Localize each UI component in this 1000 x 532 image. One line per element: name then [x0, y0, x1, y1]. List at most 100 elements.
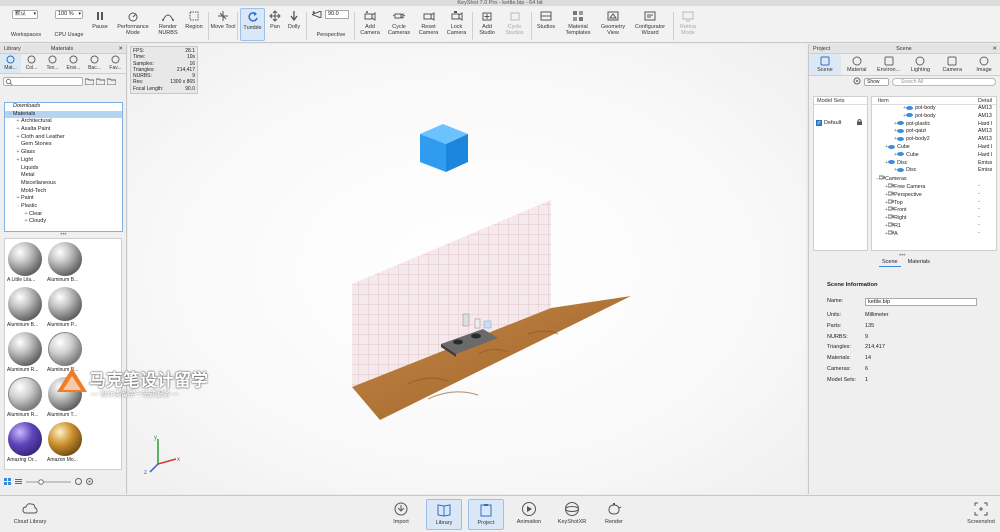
scene-settings-icon[interactable]	[853, 77, 861, 87]
tree-item[interactable]: - Materials	[5, 110, 122, 119]
scene-search-input[interactable]: Search All	[891, 78, 996, 86]
thumbnail-size-slider[interactable]	[26, 479, 71, 485]
library-search-input[interactable]	[3, 76, 83, 86]
studios-button[interactable]: Studios	[533, 8, 559, 41]
library-tab-star[interactable]: Fav...	[105, 54, 126, 73]
library-action-icon[interactable]	[75, 477, 82, 487]
tree-item[interactable]: +Glass	[5, 149, 122, 157]
tree-item[interactable]: +Clear	[5, 211, 122, 219]
close-icon[interactable]: ✕	[988, 44, 1000, 53]
scene-tree-row[interactable]: + Top -	[872, 199, 996, 207]
workspace-select[interactable]: 默认	[12, 10, 38, 19]
render-nurbs-button[interactable]: Render NURBS	[154, 8, 182, 41]
dolly-button[interactable]: Dolly	[285, 8, 303, 41]
library-toggle-button[interactable]: Library	[426, 499, 462, 530]
tree-item[interactable]: +Cloudy	[5, 218, 122, 226]
render-button[interactable]: Render	[600, 499, 628, 530]
scene-tree-row[interactable]: + Perspective -	[872, 191, 996, 199]
tumble-button[interactable]: Tumble	[240, 8, 265, 41]
add-camera-button[interactable]: Add Camera	[357, 8, 383, 41]
tree-item[interactable]: +Axalta Paint	[5, 126, 122, 134]
library-tab-image[interactable]: Bac...	[84, 54, 105, 73]
checkbox[interactable]: ✓	[816, 120, 822, 126]
pan-button[interactable]: Pan	[266, 8, 284, 41]
scene-tree-row[interactable]: + Cube Hard I	[872, 144, 996, 152]
scene-tree-row[interactable]: + Disc Emiss	[872, 160, 996, 168]
cpu-usage-select[interactable]: 100 %	[55, 10, 83, 19]
scene-tree-row[interactable]: + pot-body2 AM13	[872, 136, 996, 144]
scene-subtab-scene[interactable]: Scene	[879, 258, 901, 267]
pause-button[interactable]: Pause	[90, 8, 110, 41]
tree-item[interactable]: - Plastic	[5, 203, 122, 211]
visibility-eye-icon[interactable]	[888, 160, 896, 165]
tree-item[interactable]: Metal	[5, 172, 122, 180]
reset-camera-button[interactable]: Reset Camera	[415, 8, 442, 41]
render-viewport[interactable]: FPS: 28.1 Time: 10s Samples: 16 Triangles: 214,…	[128, 44, 806, 494]
material-thumbnail[interactable]: Aluminum R...	[7, 331, 43, 375]
scene-subtab-materials[interactable]: Materials	[905, 258, 933, 267]
library-tab-search[interactable]: Mat...	[0, 54, 21, 73]
visibility-eye-icon[interactable]	[897, 136, 905, 141]
material-thumbnail[interactable]: A Little Lila...	[7, 241, 43, 285]
material-thumbnail[interactable]: Aluminum R...	[7, 376, 43, 420]
project-toggle-button[interactable]: Project	[468, 499, 504, 530]
cycle-cameras-button[interactable]: Cycle Cameras	[385, 8, 413, 41]
project-tab-lighting[interactable]: Lighting	[904, 54, 936, 75]
scene-tree-row[interactable]: + R1-	[872, 222, 996, 230]
library-tab-palette[interactable]: Col...	[21, 54, 42, 73]
visibility-eye-icon[interactable]	[888, 144, 896, 149]
cloud-library-button[interactable]: Cloud Library	[10, 499, 50, 530]
move-tool-button[interactable]: Move Tool	[210, 8, 236, 41]
scene-tree-row[interactable]: + Free Camera -	[872, 183, 996, 191]
visibility-eye-icon[interactable]	[897, 167, 905, 172]
scene-tree-row[interactable]: + Cube Hard I	[872, 152, 996, 160]
visibility-eye-icon[interactable]	[906, 105, 914, 110]
folder-remove-icon[interactable]	[95, 78, 106, 85]
scene-tree-row[interactable]: − Cameras	[872, 175, 996, 183]
material-templates-button[interactable]: Material Templates	[561, 8, 595, 41]
material-thumbnail[interactable]: Aluminum P...	[47, 286, 83, 330]
tree-item[interactable]: Miscellaneous	[5, 180, 122, 188]
tree-item[interactable]: +Cloth and Leather	[5, 134, 122, 142]
project-tab-camera[interactable]: Camera	[936, 54, 968, 75]
cycle-studios-button[interactable]: Cycle Studios	[501, 8, 528, 41]
model-set-default[interactable]: ✓ Default	[816, 119, 863, 127]
fov-input[interactable]: 90.0	[325, 10, 349, 19]
project-tab-image[interactable]: Image	[968, 54, 1000, 75]
region-button[interactable]: Region	[182, 8, 206, 41]
screenshot-button[interactable]: Screenshot	[964, 499, 998, 530]
add-studio-button[interactable]: Add Studio	[475, 8, 499, 41]
performance-mode-button[interactable]: Performance Mode	[112, 8, 154, 41]
folder-import-icon[interactable]	[106, 78, 117, 85]
configurator-wizard-button[interactable]: Configurator Wizard	[630, 8, 670, 41]
tree-item[interactable]: Liquids	[5, 165, 122, 173]
scene-tree-row[interactable]: + pot-plastic Hard I	[872, 121, 996, 129]
import-button[interactable]: Import	[388, 499, 414, 530]
keyshotxr-button[interactable]: KeyShotXR	[554, 499, 590, 530]
project-tab-material[interactable]: Material	[841, 54, 873, 75]
scene-tree-row[interactable]: + Disc Emiss	[872, 167, 996, 175]
tree-item[interactable]: +Light	[5, 157, 122, 165]
project-tab-environment[interactable]: Environ...	[873, 54, 905, 75]
material-thumbnail[interactable]: Aluminum B...	[47, 241, 83, 285]
scene-tree-row[interactable]: + Right -	[872, 214, 996, 222]
tree-item[interactable]: Gem Stones	[5, 141, 122, 149]
scene-name-input[interactable]: kettle.bip	[865, 298, 977, 306]
library-tab-globe[interactable]: Envi...	[63, 54, 84, 73]
material-thumbnail[interactable]: Aluminum B...	[7, 286, 43, 330]
visibility-eye-icon[interactable]	[897, 121, 905, 126]
library-tab-texture[interactable]: Tex...	[42, 54, 63, 73]
geometry-view-button[interactable]: Geometry View	[597, 8, 629, 41]
material-thumbnail[interactable]: Amazing Or...	[7, 421, 43, 465]
scene-tree-row[interactable]: + Front -	[872, 206, 996, 214]
close-icon[interactable]: ✕	[114, 44, 126, 53]
visibility-eye-icon[interactable]	[897, 152, 905, 157]
material-thumbnail[interactable]: Amazon Mo...	[47, 421, 83, 465]
scene-tree-row[interactable]: + pot-body AM13	[872, 113, 996, 121]
tree-item[interactable]: +Architectural	[5, 118, 122, 126]
tree-item[interactable]: +Paint	[5, 195, 122, 203]
folder-add-icon[interactable]	[84, 78, 95, 85]
project-tab-scene[interactable]: Scene	[809, 54, 841, 75]
library-settings-icon[interactable]	[86, 477, 93, 487]
scene-tree-row[interactable]: + pot-qaizi AM13	[872, 128, 996, 136]
